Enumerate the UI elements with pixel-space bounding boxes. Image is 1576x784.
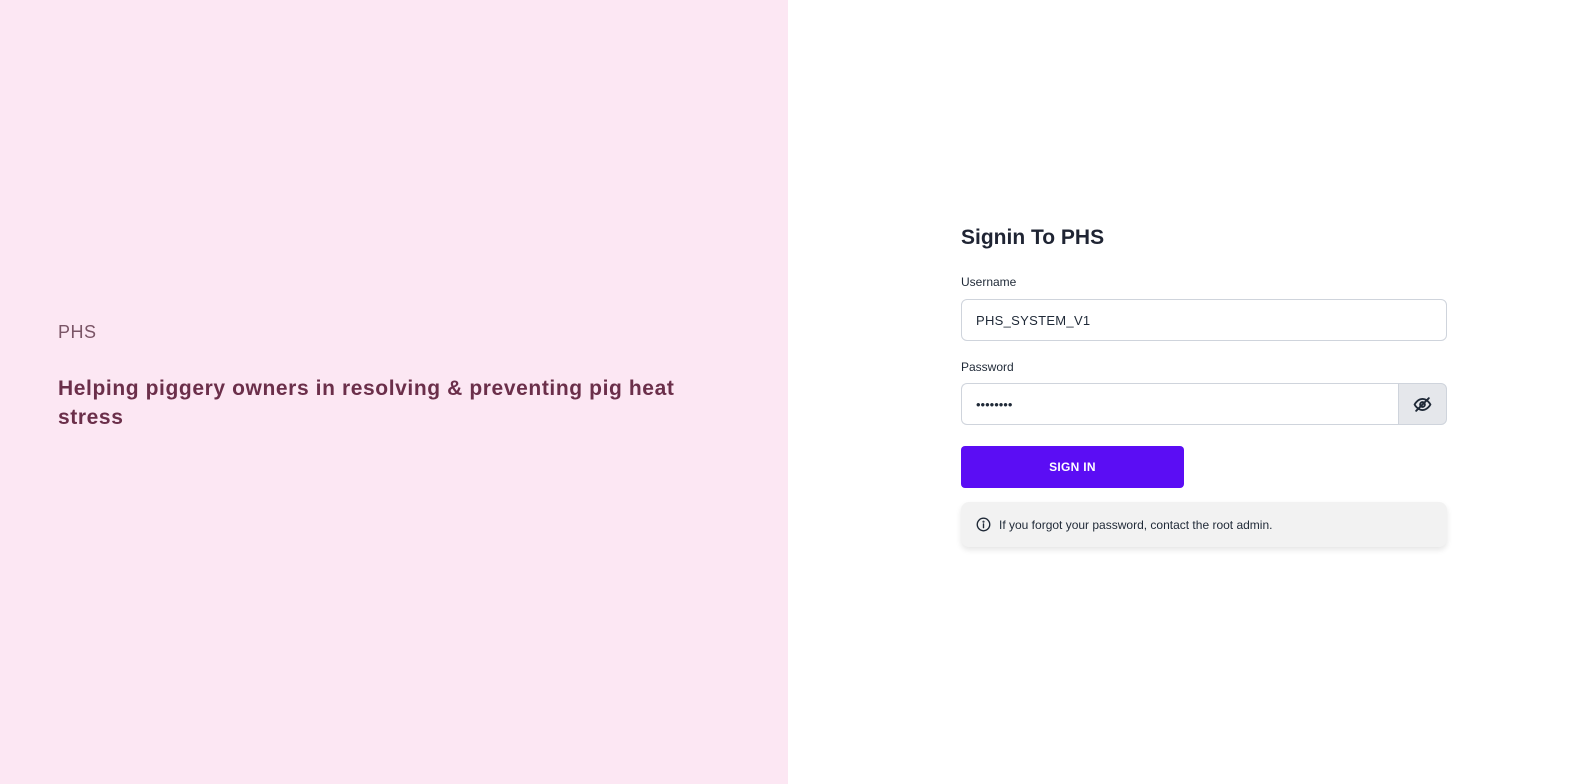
form-panel: Signin To PHS Username Password SIGN I — [788, 0, 1576, 784]
password-label: Password — [961, 360, 1014, 374]
password-field[interactable] — [961, 383, 1398, 425]
form-title: Signin To PHS — [961, 226, 1105, 249]
username-label: Username — [961, 275, 1017, 289]
forgot-password-notice: If you forgot your password, contact the… — [961, 502, 1447, 547]
forgot-password-text: If you forgot your password, contact the… — [999, 517, 1273, 532]
toggle-password-visibility-button[interactable] — [1398, 383, 1447, 425]
signin-button[interactable]: SIGN IN — [961, 446, 1184, 488]
username-field[interactable] — [961, 299, 1447, 341]
tagline: Helping piggery owners in resolving & pr… — [58, 377, 675, 429]
info-circle-icon — [976, 517, 991, 532]
signin-page: PHS Helping piggery owners in resolving … — [0, 0, 1576, 784]
brand-name: PHS — [58, 322, 97, 342]
eye-slash-icon — [1413, 395, 1432, 414]
signin-form: Signin To PHS Username Password SIGN I — [961, 224, 1447, 547]
hero-panel: PHS Helping piggery owners in resolving … — [0, 0, 788, 784]
password-group — [961, 383, 1447, 425]
